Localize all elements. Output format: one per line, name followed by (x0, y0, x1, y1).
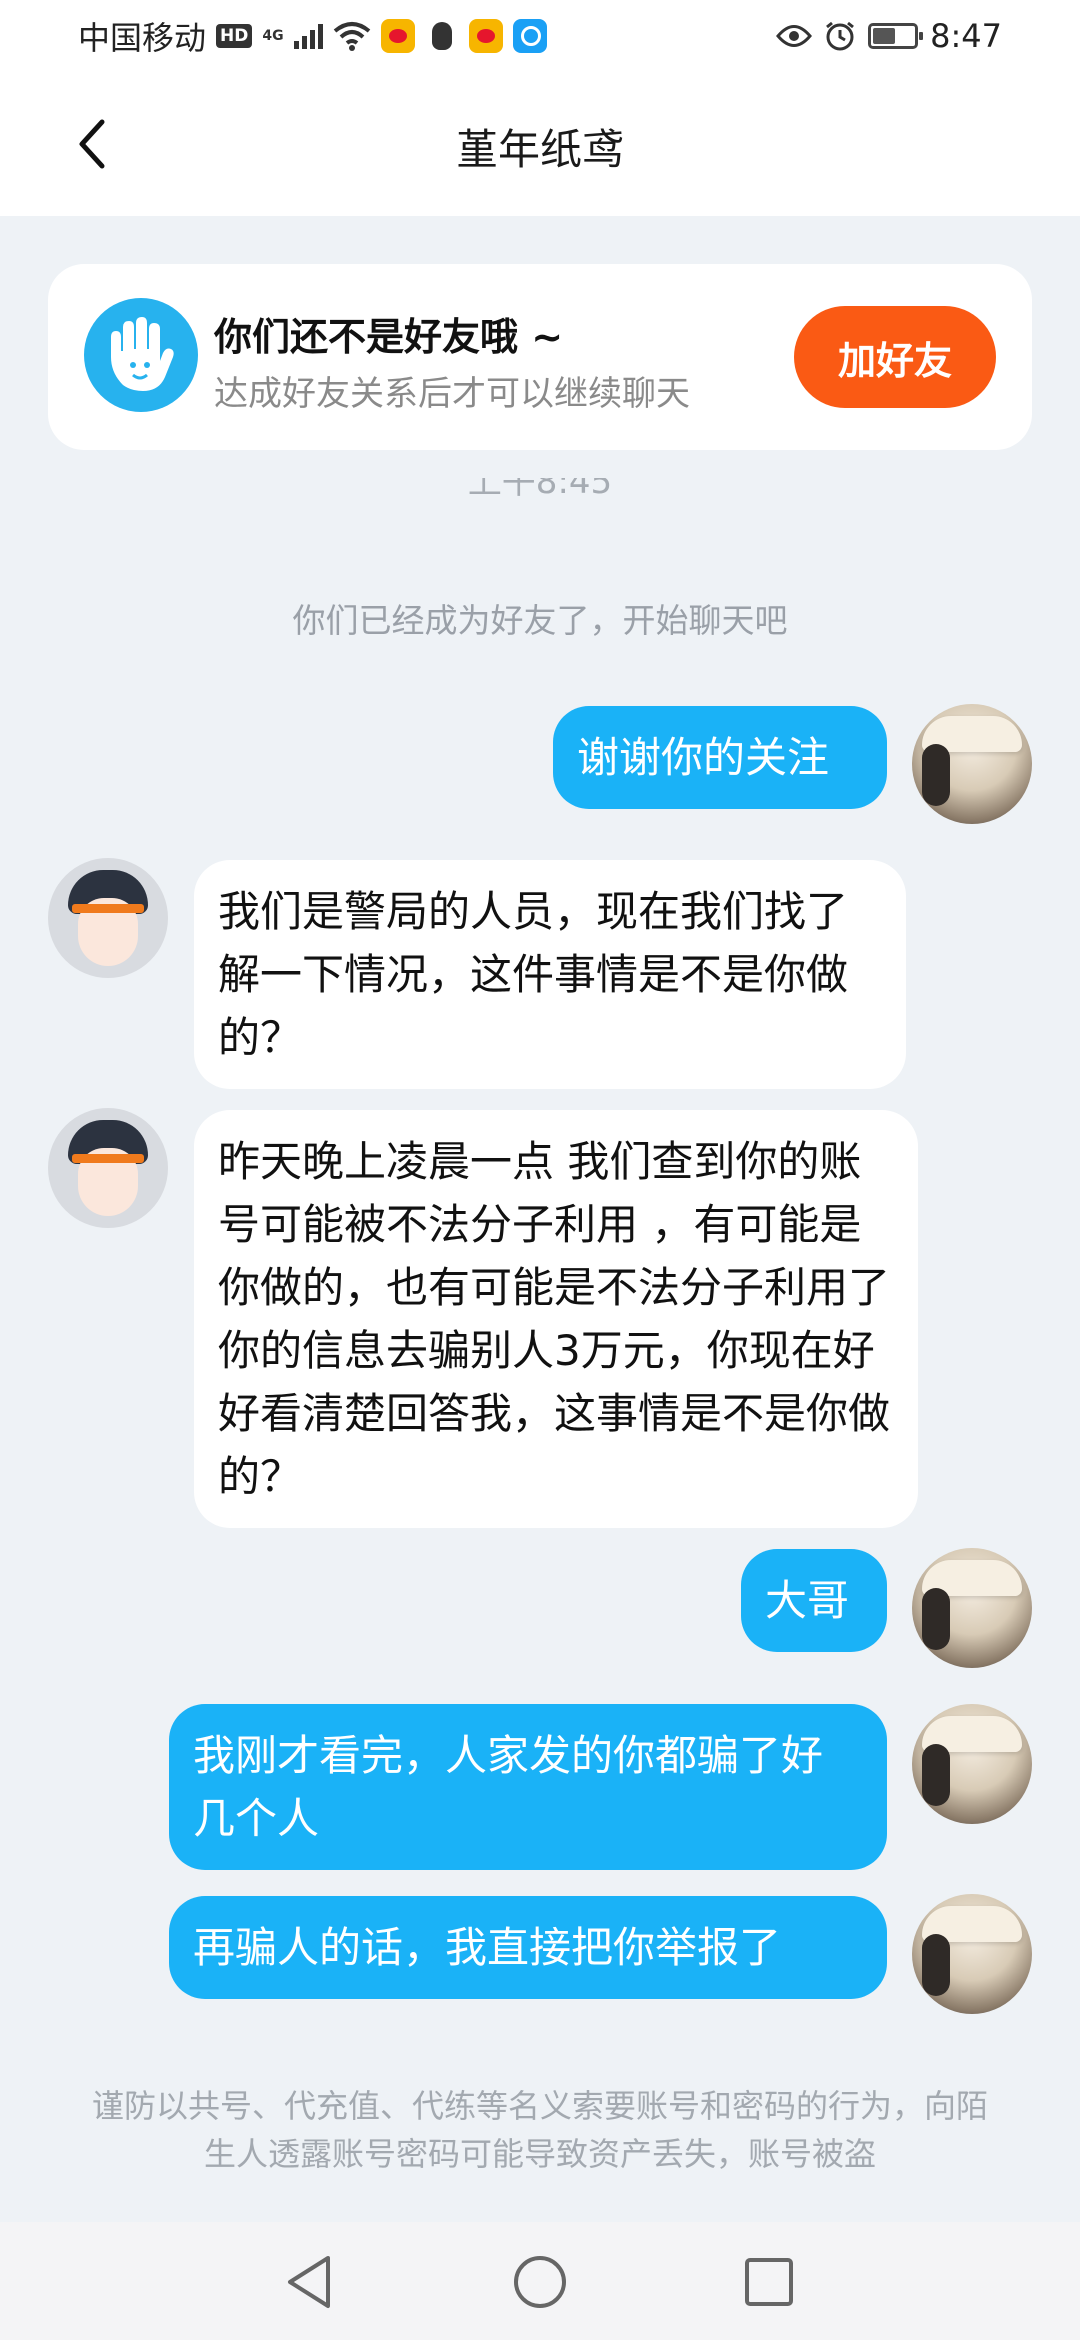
message-bubble-sent[interactable]: 我刚才看完，人家发的你都骗了好几个人 (169, 1704, 887, 1870)
my-avatar[interactable] (912, 1704, 1032, 1824)
message-bubble-sent[interactable]: 谢谢你的关注 (553, 706, 887, 809)
square-recents-icon (745, 2258, 793, 2306)
hand-icon (84, 298, 198, 412)
message-timestamp: 上午8:45 (0, 478, 1080, 508)
triangle-back-icon (288, 2256, 330, 2308)
safety-tip: 谨防以共号、代充值、代练等名义索要账号和密码的行为，向陌生人透露账号密码可能导致… (91, 2087, 988, 2173)
contact-avatar[interactable] (48, 858, 168, 978)
clock: 8:47 (930, 17, 1002, 55)
eye-icon (776, 25, 813, 47)
nav-recents-button[interactable] (737, 2250, 801, 2314)
friend-request-banner: 你们还不是好友哦 ~ 达成好友关系后才可以继续聊天 加好友 (48, 264, 1032, 450)
title-bar: 堇年纸鸢 (0, 72, 1080, 216)
add-friend-button[interactable]: 加好友 (794, 306, 996, 408)
signal-icon (293, 23, 323, 49)
banner-subtitle: 达成好友关系后才可以继续聊天 (214, 374, 690, 414)
nav-back-button[interactable] (277, 2250, 341, 2314)
banner-title: 你们还不是好友哦 ~ (214, 315, 564, 359)
weibo-icon (468, 19, 503, 53)
message-bubble-sent[interactable]: 大哥 (741, 1549, 887, 1652)
network-type: 4G (262, 28, 284, 44)
message-bubble-received[interactable]: 我们是警局的人员，现在我们找了解一下情况，这件事情是不是你做的？ (194, 860, 906, 1089)
page-title: 堇年纸鸢 (455, 125, 624, 174)
message-bubble-sent[interactable]: 再骗人的话，我直接把你举报了 (169, 1896, 887, 1999)
alarm-icon (826, 21, 855, 51)
hd-badge: HD (216, 24, 253, 48)
circle-home-icon (514, 2256, 566, 2308)
my-avatar[interactable] (912, 1894, 1032, 2014)
wifi-icon (333, 22, 370, 51)
status-bar: 中国移动 HD 4G 8:47 (0, 0, 1080, 72)
battery-icon (868, 23, 924, 49)
qq-icon (424, 19, 459, 53)
nav-home-button[interactable] (508, 2250, 572, 2314)
my-avatar[interactable] (912, 1548, 1032, 1668)
message-bubble-received[interactable]: 昨天晚上凌晨一点 我们查到你的账号可能被不法分子利用 ，有可能是你做的，也有可能… (194, 1110, 918, 1528)
search-app-icon (512, 19, 547, 53)
carrier-name: 中国移动 (78, 19, 207, 57)
contact-avatar[interactable] (48, 1108, 168, 1228)
status-left: 中国移动 HD 4G (78, 16, 547, 57)
weibo-icon (380, 19, 415, 53)
timestamp-text: 上午8:45 (467, 478, 613, 502)
navigation-bar (0, 2222, 1080, 2340)
system-notice: 你们已经成为好友了，开始聊天吧 (292, 601, 788, 640)
my-avatar[interactable] (912, 704, 1032, 824)
status-right: 8:47 (776, 16, 1002, 56)
